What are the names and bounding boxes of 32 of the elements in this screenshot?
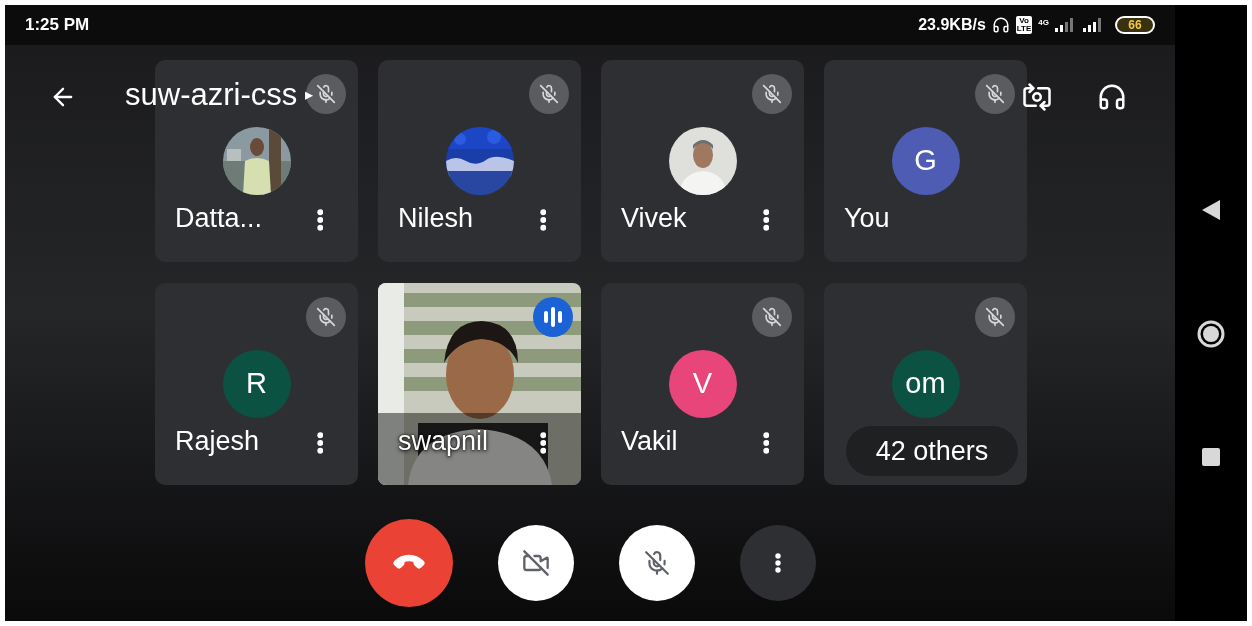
- battery-indicator: 66: [1115, 16, 1155, 34]
- participant-name: Nilesh: [398, 201, 474, 235]
- more-icon: [762, 432, 770, 454]
- clock: 1:25 PM: [25, 14, 90, 37]
- camera-off-icon: [521, 549, 550, 577]
- avatar-initial: om: [891, 350, 960, 418]
- participant-name: You: [844, 201, 890, 235]
- volte-badge: Vo LTE: [1015, 16, 1033, 34]
- more-icon: [762, 209, 770, 231]
- more-icon: [539, 432, 547, 454]
- more-icon: [316, 432, 324, 454]
- more-icon: [316, 209, 324, 231]
- home-nav-icon[interactable]: [1197, 320, 1225, 348]
- more-icon: [774, 553, 781, 573]
- caret-icon[interactable]: ▸: [305, 83, 314, 107]
- avatar-initial: G: [891, 127, 960, 195]
- headphones-icon: [1097, 82, 1127, 112]
- network-type: 4G: [1038, 17, 1049, 29]
- avatar-initial: V: [668, 350, 737, 418]
- participant-name: Rajesh: [175, 424, 260, 458]
- avatar-initial: R: [222, 350, 291, 418]
- mic-off-icon: [643, 550, 670, 576]
- participant-name: Vivek: [621, 201, 687, 235]
- meeting-title[interactable]: suw-azri-css: [125, 75, 298, 115]
- back-nav-icon[interactable]: [1202, 200, 1220, 220]
- participant-name: Vakil: [621, 424, 678, 458]
- headset-icon: [991, 16, 1010, 34]
- others-count[interactable]: 42 others: [846, 426, 1018, 476]
- participant-name: Datta...: [175, 201, 263, 235]
- network-speed: 23.9KB/s: [918, 15, 986, 35]
- switch-camera-icon: [1022, 82, 1052, 112]
- more-icon: [539, 209, 547, 231]
